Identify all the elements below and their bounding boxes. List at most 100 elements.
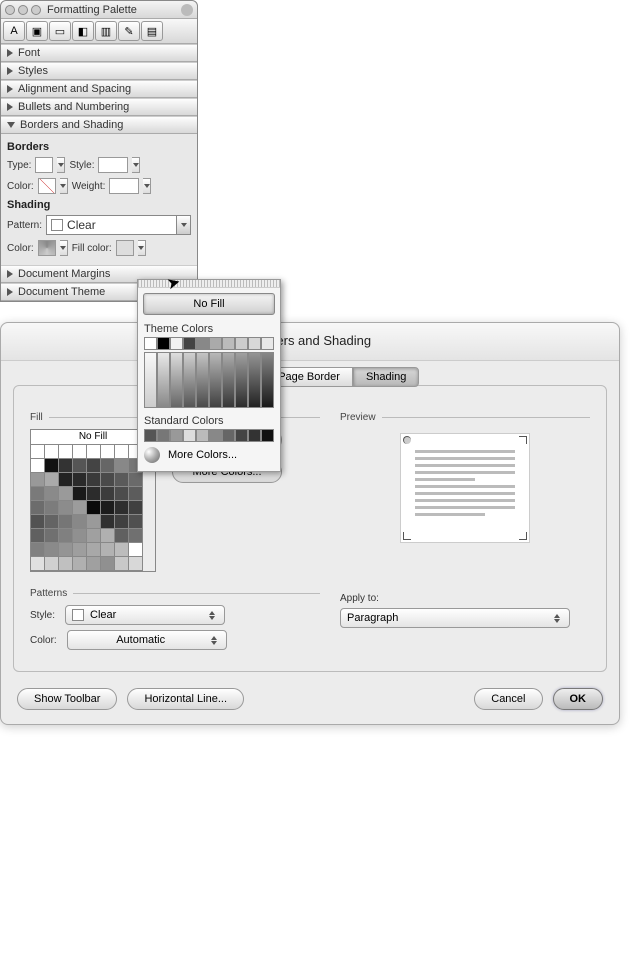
color-swatch[interactable]	[157, 429, 170, 442]
border-type-swatch[interactable]	[35, 157, 53, 173]
color-swatch[interactable]	[235, 337, 248, 350]
fill-color-cell[interactable]	[45, 543, 59, 557]
apply-to-combo[interactable]: Paragraph	[340, 608, 570, 628]
more-colors-row[interactable]: More Colors...	[138, 442, 280, 471]
fill-color-cell[interactable]	[101, 459, 115, 473]
border-type-dropdown[interactable]	[57, 157, 65, 173]
horizontal-line-button[interactable]: Horizontal Line...	[127, 688, 244, 710]
fill-color-cell[interactable]	[87, 557, 101, 571]
border-color-dropdown[interactable]	[60, 178, 68, 194]
fill-color-cell[interactable]	[73, 473, 87, 487]
close-icon[interactable]	[5, 5, 15, 15]
fill-color-cell[interactable]	[115, 529, 129, 543]
fill-color-cell[interactable]	[129, 529, 143, 543]
color-swatch[interactable]	[261, 429, 274, 442]
color-swatch[interactable]	[222, 337, 235, 350]
fill-color-cell[interactable]	[31, 487, 45, 501]
border-weight-dropdown[interactable]	[143, 178, 151, 194]
no-fill-button[interactable]: No Fill	[143, 293, 275, 315]
color-swatch[interactable]	[144, 337, 157, 350]
fill-color-cell[interactable]	[59, 445, 73, 459]
fill-color-cell[interactable]	[73, 557, 87, 571]
color-swatch[interactable]	[170, 337, 183, 350]
color-tint-column[interactable]	[183, 352, 196, 408]
color-tint-column[interactable]	[235, 352, 248, 408]
minimize-icon[interactable]	[18, 5, 28, 15]
fill-color-cell[interactable]	[73, 487, 87, 501]
fill-color-cell[interactable]	[45, 473, 59, 487]
fill-color-cell[interactable]	[73, 459, 87, 473]
fill-color-cell[interactable]	[129, 487, 143, 501]
color-swatch[interactable]	[248, 429, 261, 442]
fill-color-cell[interactable]	[129, 501, 143, 515]
color-swatch[interactable]	[183, 337, 196, 350]
fill-color-cell[interactable]	[87, 445, 101, 459]
gear-icon[interactable]	[181, 4, 193, 16]
fill-color-cell[interactable]	[73, 501, 87, 515]
fill-color-cell[interactable]	[59, 543, 73, 557]
color-swatch[interactable]	[209, 429, 222, 442]
color-swatch[interactable]	[222, 429, 235, 442]
fill-color-cell[interactable]	[31, 515, 45, 529]
fill-color-cell[interactable]	[45, 445, 59, 459]
color-swatch[interactable]	[157, 337, 170, 350]
fill-color-swatch[interactable]	[116, 240, 134, 256]
color-tint-column[interactable]	[261, 352, 274, 408]
fill-color-cell[interactable]	[73, 529, 87, 543]
pattern-combo[interactable]: Clear	[46, 215, 191, 235]
fill-color-cell[interactable]	[101, 445, 115, 459]
fill-color-cell[interactable]	[87, 501, 101, 515]
color-swatch[interactable]	[209, 337, 222, 350]
chart-icon[interactable]: ▥	[95, 21, 117, 41]
color-tint-column[interactable]	[248, 352, 261, 408]
fill-color-cell[interactable]	[45, 501, 59, 515]
fill-color-cell[interactable]	[87, 473, 101, 487]
fill-color-cell[interactable]	[31, 543, 45, 557]
fill-color-cell[interactable]	[115, 543, 129, 557]
fill-color-cell[interactable]	[59, 487, 73, 501]
section-styles[interactable]: Styles	[1, 62, 197, 80]
color-swatch[interactable]	[170, 429, 183, 442]
fill-color-cell[interactable]	[101, 501, 115, 515]
section-font[interactable]: Font	[1, 44, 197, 62]
fill-color-cell[interactable]	[59, 473, 73, 487]
fill-color-cell[interactable]	[87, 459, 101, 473]
show-toolbar-button[interactable]: Show Toolbar	[17, 688, 117, 710]
section-borders-shading[interactable]: Borders and Shading	[1, 116, 197, 134]
border-color-swatch[interactable]	[38, 178, 56, 194]
fill-color-cell[interactable]	[59, 501, 73, 515]
fill-color-cell[interactable]	[73, 543, 87, 557]
fill-color-cell[interactable]	[115, 557, 129, 571]
section-alignment[interactable]: Alignment and Spacing	[1, 80, 197, 98]
color-tint-column[interactable]	[157, 352, 170, 408]
toolbox-icon[interactable]: ▭	[49, 21, 71, 41]
fill-color-cell[interactable]	[115, 487, 129, 501]
fill-color-cell[interactable]	[31, 445, 45, 459]
color-tint-column[interactable]	[196, 352, 209, 408]
fill-color-cell[interactable]	[31, 557, 45, 571]
tools-icon[interactable]: ✎	[118, 21, 140, 41]
shading-color-dropdown[interactable]	[60, 240, 68, 256]
fill-color-cell[interactable]	[87, 515, 101, 529]
border-weight-field[interactable]	[109, 178, 139, 194]
section-bullets[interactable]: Bullets and Numbering	[1, 98, 197, 116]
color-swatch[interactable]	[235, 429, 248, 442]
color-swatch[interactable]	[248, 337, 261, 350]
color-tint-column[interactable]	[222, 352, 235, 408]
object-icon[interactable]: ◧	[72, 21, 94, 41]
fill-color-cell[interactable]	[129, 557, 143, 571]
color-swatch[interactable]	[261, 337, 274, 350]
format-icon[interactable]: A	[3, 21, 25, 41]
fill-color-cell[interactable]	[115, 515, 129, 529]
fill-color-cell[interactable]	[31, 529, 45, 543]
fill-color-cell[interactable]	[101, 487, 115, 501]
palette-titlebar[interactable]: Formatting Palette	[1, 1, 197, 19]
cancel-button[interactable]: Cancel	[474, 688, 542, 710]
pattern-style-combo[interactable]: Clear	[65, 605, 225, 625]
fill-color-cell[interactable]	[31, 459, 45, 473]
ok-button[interactable]: OK	[553, 688, 604, 710]
border-style-field[interactable]	[98, 157, 128, 173]
fill-color-cell[interactable]	[73, 445, 87, 459]
fill-color-cell[interactable]	[101, 543, 115, 557]
fill-color-cell[interactable]	[129, 515, 143, 529]
